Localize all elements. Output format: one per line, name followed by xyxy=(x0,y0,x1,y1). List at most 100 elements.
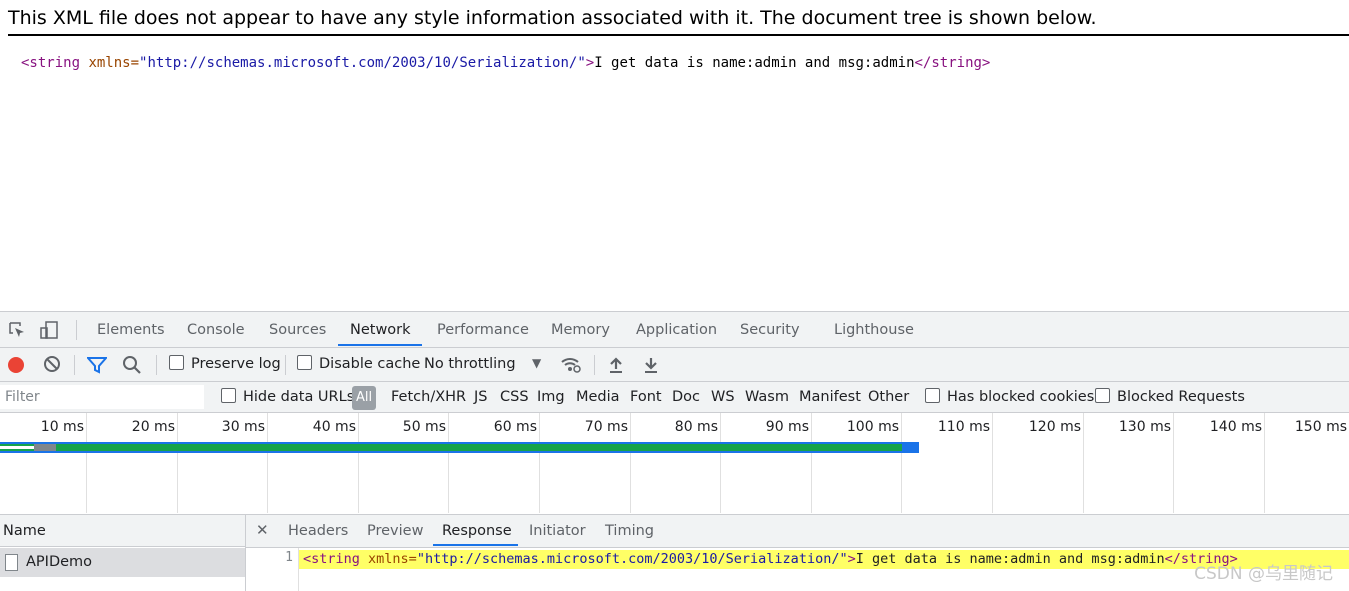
import-har-icon[interactable] xyxy=(607,355,625,379)
filter-icon[interactable] xyxy=(85,356,109,378)
network-lower-pane: Name APIDemo ✕ Headers Preview Response … xyxy=(0,515,1349,591)
toolbar-separator xyxy=(74,355,75,375)
close-icon[interactable]: ✕ xyxy=(256,515,269,547)
xml-attr-name: xmlns= xyxy=(80,55,140,71)
timeline-queue-bar xyxy=(34,444,56,451)
checkbox-box[interactable] xyxy=(297,355,312,370)
line-number: 1 xyxy=(285,550,293,565)
timeline-tick-label: 10 ms xyxy=(40,419,84,435)
xml-text: I get data is name:admin and msg:admin xyxy=(594,55,915,71)
filter-other[interactable]: Other xyxy=(868,382,909,412)
filter-wasm[interactable]: Wasm xyxy=(745,382,789,412)
response-open-tag: <string xyxy=(303,551,360,567)
devtools-tabbar: Elements Console Sources Network Perform… xyxy=(0,312,1349,348)
filter-css[interactable]: CSS xyxy=(500,382,529,412)
blocked-requests-checkbox[interactable]: Blocked Requests xyxy=(1095,382,1245,412)
active-detail-tab-indicator xyxy=(433,544,518,546)
filter-js[interactable]: JS xyxy=(474,382,487,412)
tab-lighthouse[interactable]: Lighthouse xyxy=(834,312,914,347)
inspect-element-icon[interactable] xyxy=(7,320,27,340)
filter-img[interactable]: Img xyxy=(537,382,565,412)
tab-initiator[interactable]: Initiator xyxy=(529,515,586,547)
throttling-value: No throttling xyxy=(424,356,516,372)
clear-icon[interactable] xyxy=(43,355,61,377)
timeline-tick-label: 140 ms xyxy=(1209,419,1262,435)
request-row[interactable]: APIDemo xyxy=(0,548,245,577)
filter-doc[interactable]: Doc xyxy=(672,382,700,412)
tab-preview[interactable]: Preview xyxy=(367,515,423,547)
detail-tabbar: ✕ Headers Preview Response Initiator Tim… xyxy=(246,515,1349,548)
timeline-grid-line xyxy=(539,413,540,513)
filter-font[interactable]: Font xyxy=(630,382,662,412)
preserve-log-checkbox[interactable]: Preserve log xyxy=(169,348,281,381)
tab-elements[interactable]: Elements xyxy=(97,312,165,347)
blocked-requests-label: Blocked Requests xyxy=(1117,389,1245,405)
timeline-grid-line xyxy=(358,413,359,513)
timeline-tick-label: 100 ms xyxy=(846,419,899,435)
tab-timing[interactable]: Timing xyxy=(605,515,654,547)
tab-response[interactable]: Response xyxy=(442,515,512,547)
timeline-tick-label: 120 ms xyxy=(1028,419,1081,435)
timeline-grid-line xyxy=(720,413,721,513)
preserve-log-label: Preserve log xyxy=(191,356,281,372)
timeline-grid-line xyxy=(992,413,993,513)
record-icon[interactable] xyxy=(8,357,24,373)
hide-data-urls-label: Hide data URLs xyxy=(243,389,355,405)
checkbox-box[interactable] xyxy=(221,388,236,403)
toolbar-separator xyxy=(285,355,286,375)
checkbox-box[interactable] xyxy=(1095,388,1110,403)
tab-security[interactable]: Security xyxy=(740,312,800,347)
filter-fetch-xhr[interactable]: Fetch/XHR xyxy=(391,382,466,412)
timeline-grid-line xyxy=(177,413,178,513)
filter-bar: Hide data URLs All Fetch/XHR JS CSS Img … xyxy=(0,382,1349,413)
xml-close-tag: </string> xyxy=(914,55,991,71)
filter-input[interactable] xyxy=(0,385,204,409)
tab-performance[interactable]: Performance xyxy=(437,312,529,347)
response-attr-name: xmlns= xyxy=(359,551,417,567)
filter-ws[interactable]: WS xyxy=(711,382,735,412)
filter-all-button[interactable]: All xyxy=(352,386,376,410)
filter-media[interactable]: Media xyxy=(576,382,620,412)
has-blocked-cookies-label: Has blocked cookies xyxy=(947,389,1095,405)
line-number-gutter: 1 xyxy=(246,548,299,591)
has-blocked-cookies-checkbox[interactable]: Has blocked cookies xyxy=(925,382,1094,412)
hide-data-urls-checkbox[interactable]: Hide data URLs xyxy=(221,382,354,412)
throttling-select[interactable]: No throttling xyxy=(424,348,516,381)
request-detail-pane: ✕ Headers Preview Response Initiator Tim… xyxy=(246,515,1349,591)
timeline-grid-line xyxy=(1173,413,1174,513)
chevron-down-icon[interactable]: ▼ xyxy=(532,356,541,370)
disable-cache-checkbox[interactable]: Disable cache xyxy=(297,348,420,381)
timeline-grid-line xyxy=(901,413,902,513)
export-har-icon[interactable] xyxy=(642,355,660,379)
checkbox-box[interactable] xyxy=(925,388,940,403)
xml-document-tree: <string xmlns="http://schemas.microsoft.… xyxy=(21,55,990,71)
timeline-grid-line xyxy=(267,413,268,513)
search-icon[interactable] xyxy=(122,355,142,379)
tab-sources[interactable]: Sources xyxy=(269,312,326,347)
timeline-grid-line xyxy=(1083,413,1084,513)
timeline-waiting-bar xyxy=(0,444,902,451)
timeline-tick-label: 130 ms xyxy=(1118,419,1171,435)
checkbox-box[interactable] xyxy=(169,355,184,370)
tab-memory[interactable]: Memory xyxy=(551,312,610,347)
toolbar-separator xyxy=(594,355,595,375)
timeline-tick-label: 90 ms xyxy=(765,419,809,435)
name-column-header[interactable]: Name xyxy=(0,515,245,547)
tab-application[interactable]: Application xyxy=(636,312,717,347)
tab-console[interactable]: Console xyxy=(187,312,245,347)
timeline-overview[interactable]: 10 ms 20 ms 30 ms 40 ms 50 ms 60 ms 70 ms 80 ms… xyxy=(0,413,1349,515)
timeline-tick-label: 70 ms xyxy=(584,419,628,435)
timeline-grid-line xyxy=(630,413,631,513)
filter-manifest[interactable]: Manifest xyxy=(799,382,861,412)
response-body-line[interactable]: <string xmlns="http://schemas.microsoft.… xyxy=(299,550,1349,569)
xml-open-tag: <string xyxy=(21,55,81,71)
tabbar-separator xyxy=(76,320,77,340)
active-tab-indicator xyxy=(338,344,422,346)
device-toolbar-icon[interactable] xyxy=(39,320,59,340)
tab-network[interactable]: Network xyxy=(350,312,411,347)
timeline-grid-line xyxy=(811,413,812,513)
network-conditions-icon[interactable] xyxy=(560,355,582,379)
response-open-tag-end: > xyxy=(847,551,856,567)
toolbar-separator xyxy=(156,355,157,375)
tab-headers[interactable]: Headers xyxy=(288,515,348,547)
